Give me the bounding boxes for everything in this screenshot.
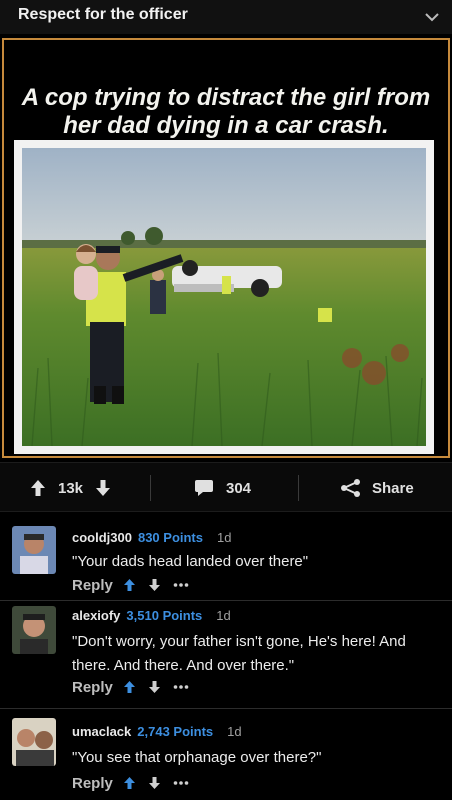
- comment-age: 1d: [217, 530, 232, 545]
- comment-points: 830 Points: [137, 530, 203, 545]
- avatar[interactable]: [12, 606, 56, 654]
- comment-actions: Reply: [72, 574, 201, 596]
- comment-count: 304: [226, 479, 252, 497]
- post-action-bar: 13k 304 Share: [0, 462, 452, 512]
- chevron-down-icon[interactable]: [423, 8, 441, 26]
- share-label: Share: [372, 479, 414, 497]
- reply-button[interactable]: Reply: [72, 775, 113, 792]
- comment-bubble-icon: [195, 480, 213, 496]
- downvote-arrow-icon[interactable]: [95, 479, 111, 497]
- comment-divider: [0, 708, 452, 709]
- reply-button[interactable]: Reply: [72, 679, 113, 696]
- comment-username[interactable]: alexiofy: [72, 608, 120, 623]
- comment-age: 1d: [216, 608, 231, 623]
- post-headline: A cop trying to distract the girl from h…: [4, 84, 448, 140]
- downvote-arrow-icon[interactable]: [148, 776, 161, 790]
- comment-points: 3,510 Points: [126, 608, 203, 623]
- avatar[interactable]: [12, 718, 56, 766]
- comment-age: 1d: [227, 724, 242, 739]
- comment-actions: Reply: [72, 676, 201, 698]
- comment-divider: [0, 600, 452, 601]
- downvote-arrow-icon[interactable]: [148, 680, 161, 694]
- comment-meta: alexiofy 3,510 Points 1d: [72, 608, 231, 623]
- upvote-arrow-icon[interactable]: [123, 680, 136, 694]
- upvote-count: 13k: [58, 479, 84, 497]
- more-options-icon[interactable]: [173, 780, 189, 786]
- share-icon: [341, 479, 360, 497]
- comment-text: "Your dads head landed over there": [72, 550, 444, 574]
- comment-points: 2,743 Points: [137, 724, 214, 739]
- headline-line-1: A cop trying to distract the girl from: [21, 84, 431, 111]
- comment-text-line: there. And there. And over there.": [72, 657, 295, 674]
- avatar[interactable]: [12, 526, 56, 574]
- comment-actions: Reply: [72, 772, 201, 794]
- field-photo: [22, 148, 426, 446]
- more-options-icon[interactable]: [173, 684, 189, 690]
- reply-button[interactable]: Reply: [72, 577, 113, 594]
- upvote-arrow-icon[interactable]: [123, 776, 136, 790]
- comment-text-line: "You see that orphanage over there?": [72, 749, 322, 766]
- divider: [298, 475, 299, 501]
- comments-button[interactable]: 304: [194, 463, 251, 513]
- comment-text: "Don't worry, your father isn't gone, He…: [72, 630, 444, 678]
- headline-line-2: her dad dying in a car crash.: [63, 112, 389, 139]
- top-bar: Respect for the officer: [0, 0, 452, 34]
- comment-text-line: "Your dads head landed over there": [72, 553, 309, 570]
- comment-text-line: "Don't worry, your father isn't gone, He…: [72, 633, 406, 650]
- upvote-arrow-icon[interactable]: [30, 479, 46, 497]
- comment-meta: umaclack 2,743 Points 1d: [72, 724, 242, 739]
- share-button[interactable]: Share: [340, 463, 414, 513]
- divider: [150, 475, 151, 501]
- upvote-group: 13k: [30, 463, 111, 513]
- comment-username[interactable]: umaclack: [72, 724, 131, 739]
- post-title: Respect for the officer: [18, 6, 188, 23]
- upvote-arrow-icon[interactable]: [123, 578, 136, 592]
- comment-username[interactable]: cooldj300: [72, 530, 132, 545]
- comment-meta: cooldj300 830 Points 1d: [72, 530, 231, 545]
- downvote-arrow-icon[interactable]: [148, 578, 161, 592]
- comment-text: "You see that orphanage over there?": [72, 746, 444, 770]
- more-options-icon[interactable]: [173, 582, 189, 588]
